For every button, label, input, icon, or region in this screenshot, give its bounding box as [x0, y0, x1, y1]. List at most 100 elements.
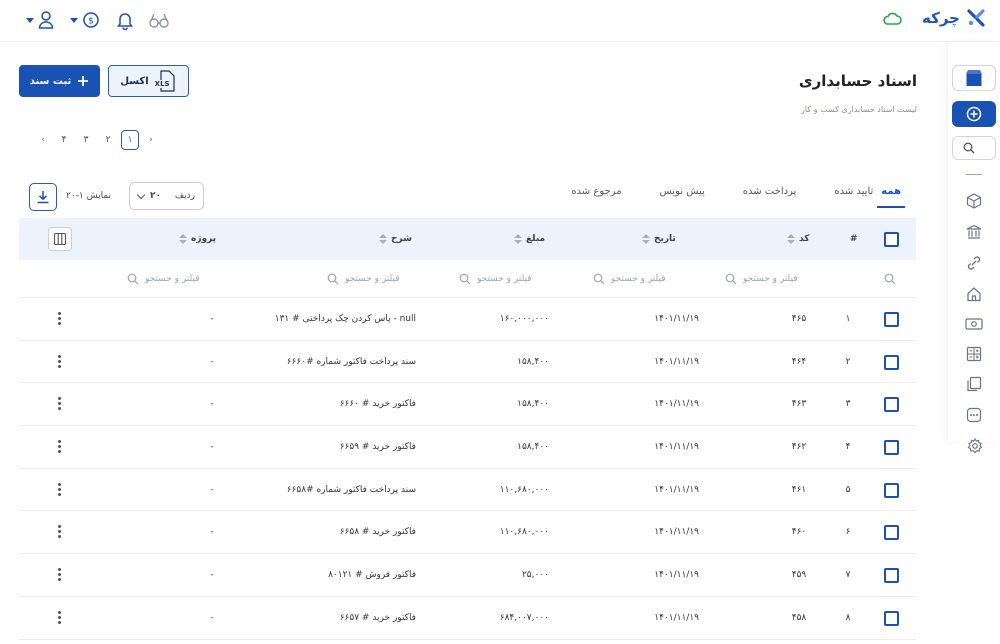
select-all-checkbox[interactable] [884, 232, 899, 247]
status-tabs: همه تایید شده پرداخت شده پیش نویس مرجوع … [537, 180, 905, 208]
sidebar-item-products[interactable] [948, 187, 1000, 215]
documents-table: # کد تاریخ مبلغ شرح پروژه فیلتر و جستجو … [19, 218, 916, 640]
page-1[interactable]: ۱ [121, 130, 139, 150]
rows-per-page-select[interactable]: ۲۰ ردیف [129, 182, 204, 210]
row-date: ۱۴۰۱/۱۱/۱۹ [654, 399, 699, 410]
coin-menu[interactable]: $ [70, 10, 100, 30]
columns-button[interactable] [48, 227, 72, 251]
row-index: ۵ [845, 484, 851, 495]
row-index: ۴ [845, 441, 851, 452]
search-icon [459, 273, 471, 284]
sidebar-item-more[interactable] [948, 401, 1000, 429]
sidebar-item-bank[interactable] [948, 218, 1000, 246]
bank-icon [966, 224, 982, 239]
header-project[interactable]: پروژه [179, 218, 216, 260]
kebab-icon[interactable] [58, 397, 61, 411]
table-row[interactable]: ۲ ۴۶۴ ۱۴۰۱/۱۱/۱۹ ۱۵۸,۴۰۰ سند پرداخت فاکت… [19, 341, 916, 384]
cloud-icon[interactable] [882, 11, 902, 31]
page-3[interactable]: ۳ [77, 130, 95, 150]
sidebar-item-search[interactable] [948, 134, 1000, 162]
table-row[interactable]: ۳ ۴۶۳ ۱۴۰۱/۱۱/۱۹ ۱۵۸,۴۰۰ فاکتور خرید # ۶… [19, 383, 916, 427]
excel-export-button[interactable]: اکسل XLS [108, 65, 189, 97]
page-2[interactable]: ۲ [99, 130, 117, 150]
kebab-icon[interactable] [58, 568, 61, 582]
header-project-label: پروژه [191, 234, 217, 244]
filter-amount[interactable]: فیلتر و جستجو [459, 260, 532, 297]
row-code: ۴۶۲ [791, 441, 807, 452]
svg-text:$: $ [88, 17, 94, 27]
user-menu[interactable] [26, 10, 54, 30]
sidebar-item-documents[interactable] [948, 370, 1000, 398]
table-row[interactable]: ۴ ۴۶۲ ۱۴۰۱/۱۱/۱۹ ۱۵۸,۴۰۰ فاکتور خرید # ۶… [19, 426, 916, 469]
sidebar-item-add[interactable] [948, 100, 1000, 128]
filter-date[interactable]: فیلتر و جستجو [593, 260, 666, 297]
kebab-icon[interactable] [58, 482, 61, 496]
kebab-icon[interactable] [58, 525, 61, 539]
sort-icon [642, 234, 650, 244]
sidebar-item-link[interactable] [948, 249, 1000, 277]
showing-range: نمایش ۱-۲۰ [66, 191, 112, 201]
page-4[interactable]: ۴ [55, 130, 73, 150]
row-checkbox[interactable] [884, 525, 899, 541]
new-document-button[interactable]: ثبت سند [19, 65, 100, 97]
tab-approved[interactable]: تایید شده [830, 180, 877, 208]
row-checkbox[interactable] [884, 397, 899, 413]
top-bar: چرکه $ [0, 0, 1000, 42]
row-description: فاکتور خرید # ۶۶۶۰ [339, 399, 416, 410]
header-date[interactable]: تاریخ [642, 218, 676, 260]
header-code-label: کد [799, 234, 810, 244]
row-checkbox[interactable] [884, 440, 899, 456]
download-button[interactable] [29, 183, 57, 211]
tab-draft[interactable]: پیش نویس [656, 180, 709, 208]
row-checkbox[interactable] [884, 354, 899, 370]
glasses-icon[interactable] [148, 10, 170, 34]
table-row[interactable]: ۱ ۴۶۵ ۱۴۰۱/۱۱/۱۹ ۱۶۰,۰۰۰,۰۰۰ پاس کردن چک… [19, 298, 916, 341]
kebab-icon[interactable] [58, 440, 61, 454]
row-checkbox[interactable] [884, 312, 899, 327]
row-description: فاکتور خرید # ۶۶۵۸ [339, 527, 416, 538]
header-description[interactable]: شرح [379, 218, 412, 260]
row-checkbox[interactable] [884, 482, 899, 498]
sidebar-item-cash[interactable] [948, 310, 1000, 338]
chevron-down-icon [136, 190, 146, 199]
new-document-label: ثبت سند [29, 75, 72, 87]
search-icon [963, 142, 975, 154]
row-date: ۱۴۰۱/۱۱/۱۹ [654, 441, 699, 452]
table-body: ۱ ۴۶۵ ۱۴۰۱/۱۱/۱۹ ۱۶۰,۰۰۰,۰۰۰ پاس کردن چک… [19, 298, 916, 640]
table-row[interactable]: ۵ ۴۶۱ ۱۴۰۱/۱۱/۱۹ ۱۱۰,۶۸۰,۰۰۰ سند پرداخت … [19, 469, 916, 512]
filter-code[interactable]: فیلتر و جستجو [725, 260, 798, 297]
sidebar-item-home[interactable] [948, 280, 1000, 308]
tab-all[interactable]: همه [877, 180, 905, 208]
row-checkbox[interactable] [884, 610, 899, 626]
row-amount: ۱۵۸,۴۰۰ [517, 441, 549, 452]
brand[interactable]: چرکه [922, 8, 986, 28]
chevron-right-icon[interactable]: › [143, 130, 159, 150]
row-description: سند پرداخت فاکتور شماره #۶۶۶۰ [286, 356, 416, 367]
row-amount: ۱۶۰,۰۰۰,۰۰۰ [499, 313, 549, 324]
row-index: ۲ [845, 356, 851, 367]
table-row[interactable]: ۸ ۴۵۸ ۱۴۰۱/۱۱/۱۹ ۶۸۴,۰۰۷,۰۰۰ فاکتور خرید… [19, 597, 916, 640]
table-row[interactable]: ۶ ۴۶۰ ۱۴۰۱/۱۱/۱۹ ۱۱۰,۶۸۰,۰۰۰ فاکتور خرید… [19, 511, 916, 555]
sidebar-item-store[interactable] [948, 64, 1000, 92]
header-amount[interactable]: مبلغ [514, 218, 545, 260]
row-description: فاکتور خرید # ۶۶۵۹ [339, 441, 416, 452]
row-amount: ۶۸۴,۰۰۷,۰۰۰ [499, 612, 549, 623]
row-date: ۱۴۰۱/۱۱/۱۹ [654, 569, 699, 580]
kebab-icon[interactable] [58, 610, 61, 624]
chevron-left-icon[interactable]: ‹ [35, 130, 51, 150]
sidebar-item-calculator[interactable] [948, 340, 1000, 368]
bell-icon[interactable] [116, 10, 134, 34]
table-row[interactable]: ۷ ۴۵۹ ۱۴۰۱/۱۱/۱۹ ۲۵,۰۰۰ فاکتور فروش # ۸۰… [19, 554, 916, 597]
filter-project[interactable]: فیلتر و جستجو [127, 260, 200, 297]
kebab-icon[interactable] [58, 354, 61, 368]
filter-description[interactable]: فیلتر و جستجو [327, 260, 400, 297]
settings-icon[interactable] [967, 437, 983, 458]
tab-paid[interactable]: پرداخت شده [739, 180, 801, 208]
tab-returned[interactable]: مرجوع شده [567, 180, 625, 208]
header-code[interactable]: کد [787, 218, 809, 260]
columns-icon [53, 232, 67, 246]
row-code: ۴۶۴ [791, 356, 807, 367]
row-checkbox[interactable] [884, 568, 899, 584]
home-icon [967, 287, 981, 302]
kebab-icon[interactable] [58, 312, 61, 325]
